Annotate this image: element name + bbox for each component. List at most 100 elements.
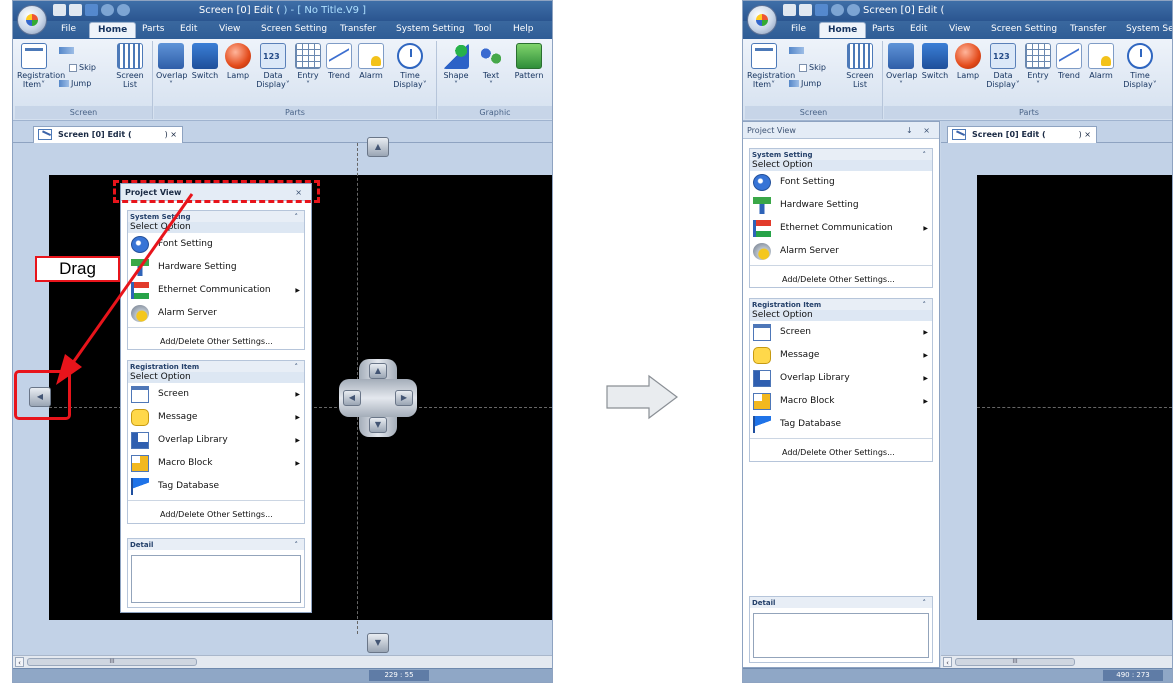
list-item-ethernet-communication[interactable]: Ethernet Communication ▶ — [128, 279, 304, 302]
panel-title-bar[interactable]: Project View ↓ × — [743, 122, 939, 139]
horizontal-scrollbar[interactable]: ‹ III — [13, 655, 552, 668]
list-item-font-setting[interactable]: Font Setting — [128, 233, 304, 256]
section-header[interactable]: System Setting — [128, 211, 304, 223]
project-view-docked-panel[interactable]: Project View ↓ × System Setting Select O… — [743, 121, 940, 668]
section-header[interactable]: Detail — [750, 597, 932, 609]
alarm-button[interactable]: Alarm — [356, 43, 386, 80]
dock-top-button[interactable]: ▲ — [367, 137, 389, 157]
list-item-screen[interactable]: Screen ▶ — [128, 383, 304, 406]
menu-parts[interactable]: Parts — [872, 24, 894, 34]
menu-screen-setting[interactable]: Screen Setting — [991, 24, 1057, 34]
list-item-tag-database[interactable]: Tag Database — [128, 475, 304, 498]
add-delete-settings-link[interactable]: Add/Delete Other Settings... — [750, 268, 932, 292]
data-display-button[interactable]: DataDisplay˅ — [256, 43, 290, 89]
list-item-screen[interactable]: Screen ▶ — [750, 321, 932, 344]
redo-icon[interactable] — [117, 4, 130, 16]
list-item-message[interactable]: Message ▶ — [128, 406, 304, 429]
dock-center-left-button[interactable]: ◀ — [343, 390, 361, 406]
menu-edit[interactable]: Edit — [180, 24, 197, 34]
scroll-left-icon[interactable]: ‹ — [15, 657, 24, 667]
section-header[interactable]: Detail — [128, 539, 304, 551]
data-display-button[interactable]: DataDisplay˅ — [986, 43, 1020, 89]
menu-parts[interactable]: Parts — [142, 24, 164, 34]
tab-screen-0-edit[interactable]: Screen [0] Edit ( ) × — [947, 126, 1097, 143]
application-orb-icon[interactable] — [747, 5, 777, 35]
overlap-button[interactable]: Overlap ˅ — [886, 43, 917, 89]
trend-button[interactable]: Trend — [325, 43, 353, 80]
save-icon[interactable] — [815, 4, 828, 16]
list-item-ethernet-communication[interactable]: Ethernet Communication ▶ — [750, 217, 932, 240]
lamp-button[interactable]: Lamp — [954, 43, 982, 80]
menu-transfer[interactable]: Transfer — [1070, 24, 1106, 34]
menu-file[interactable]: File — [791, 24, 806, 34]
undo-icon[interactable] — [101, 4, 114, 16]
shape-button[interactable]: Shape ˅ — [440, 43, 472, 89]
close-tab-icon[interactable]: ) × — [1079, 127, 1091, 142]
dock-bottom-button[interactable]: ▼ — [367, 633, 389, 653]
menu-view[interactable]: View — [219, 24, 240, 34]
jump-button[interactable]: Jump — [789, 79, 821, 88]
menu-home[interactable]: Home — [89, 22, 137, 38]
entry-button[interactable]: Entry ˅ — [294, 43, 322, 89]
time-display-button[interactable]: Time Display˅ — [390, 43, 430, 89]
entry-button[interactable]: Entry ˅ — [1024, 43, 1052, 89]
open-folder-icon[interactable] — [69, 4, 82, 16]
add-delete-settings-link[interactable]: Add/Delete Other Settings... — [128, 330, 304, 354]
list-item-macro-block[interactable]: Macro Block ▶ — [750, 390, 932, 413]
undo-icon[interactable] — [831, 4, 844, 16]
switch-button[interactable]: Switch — [190, 43, 220, 80]
skip-checkbox[interactable]: Skip — [69, 63, 96, 72]
scroll-left-icon[interactable]: ‹ — [943, 657, 952, 667]
redo-icon[interactable] — [847, 4, 860, 16]
switch-button[interactable]: Switch — [920, 43, 950, 80]
horizontal-scrollbar[interactable]: ‹ III — [941, 655, 1172, 668]
scroll-thumb[interactable]: III — [27, 658, 197, 666]
tab-screen-0-edit[interactable]: Screen [0] Edit ( ) × — [33, 126, 183, 143]
list-item-overlap-library[interactable]: Overlap Library ▶ — [128, 429, 304, 452]
panel-pin-close-icons[interactable]: ↓ × — [906, 122, 934, 139]
application-orb-icon[interactable] — [17, 5, 47, 35]
menu-tool[interactable]: Tool — [474, 24, 491, 34]
dock-center-top-button[interactable]: ▲ — [369, 363, 387, 379]
add-delete-settings-link[interactable]: Add/Delete Other Settings... — [750, 441, 932, 465]
list-item-alarm-server[interactable]: Alarm Server — [128, 302, 304, 325]
screen-list-button[interactable]: Screen List — [845, 43, 875, 89]
list-item-overlap-library[interactable]: Overlap Library ▶ — [750, 367, 932, 390]
new-file-icon[interactable] — [53, 4, 66, 16]
menu-system-setting[interactable]: System Setting — [396, 24, 465, 34]
menu-home[interactable]: Home — [819, 22, 867, 38]
list-item-message[interactable]: Message ▶ — [750, 344, 932, 367]
registration-item-button[interactable]: Registration Item˅ — [747, 43, 795, 89]
menu-system-setting[interactable]: System Setti — [1126, 24, 1172, 34]
list-item-alarm-server[interactable]: Alarm Server — [750, 240, 932, 263]
save-icon[interactable] — [85, 4, 98, 16]
pattern-button[interactable]: Pattern — [510, 43, 548, 80]
add-delete-settings-link[interactable]: Add/Delete Other Settings... — [128, 503, 304, 527]
time-display-button[interactable]: Time Display˅ — [1120, 43, 1160, 89]
open-folder-icon[interactable] — [799, 4, 812, 16]
screen-canvas[interactable] — [977, 175, 1172, 620]
trend-button[interactable]: Trend — [1055, 43, 1083, 80]
overlap-button[interactable]: Overlap ˅ — [156, 43, 187, 89]
menu-transfer[interactable]: Transfer — [340, 24, 376, 34]
section-header[interactable]: Registration Item — [128, 361, 304, 373]
close-tab-icon[interactable]: ) × — [165, 127, 177, 142]
list-item-macro-block[interactable]: Macro Block ▶ — [128, 452, 304, 475]
section-header[interactable]: Registration Item — [750, 299, 932, 311]
registration-item-button[interactable]: Registration Item˅ — [17, 43, 65, 89]
list-item-font-setting[interactable]: Font Setting — [750, 171, 932, 194]
jump-button[interactable]: Jump — [59, 79, 91, 88]
list-item-hardware-setting[interactable]: Hardware Setting — [128, 256, 304, 279]
previous-next-arrows-icon[interactable] — [59, 46, 76, 55]
text-button[interactable]: Text ˅ — [476, 43, 506, 89]
skip-checkbox[interactable]: Skip — [799, 63, 826, 72]
project-view-floating-panel[interactable]: Project View × System Setting Select Opt… — [120, 183, 312, 613]
lamp-button[interactable]: Lamp — [224, 43, 252, 80]
menu-help[interactable]: Help — [513, 24, 534, 34]
menu-edit[interactable]: Edit — [910, 24, 927, 34]
menu-screen-setting[interactable]: Screen Setting — [261, 24, 327, 34]
screen-list-button[interactable]: Screen List — [115, 43, 145, 89]
list-item-tag-database[interactable]: Tag Database — [750, 413, 932, 436]
new-file-icon[interactable] — [783, 4, 796, 16]
scroll-thumb[interactable]: III — [955, 658, 1075, 666]
